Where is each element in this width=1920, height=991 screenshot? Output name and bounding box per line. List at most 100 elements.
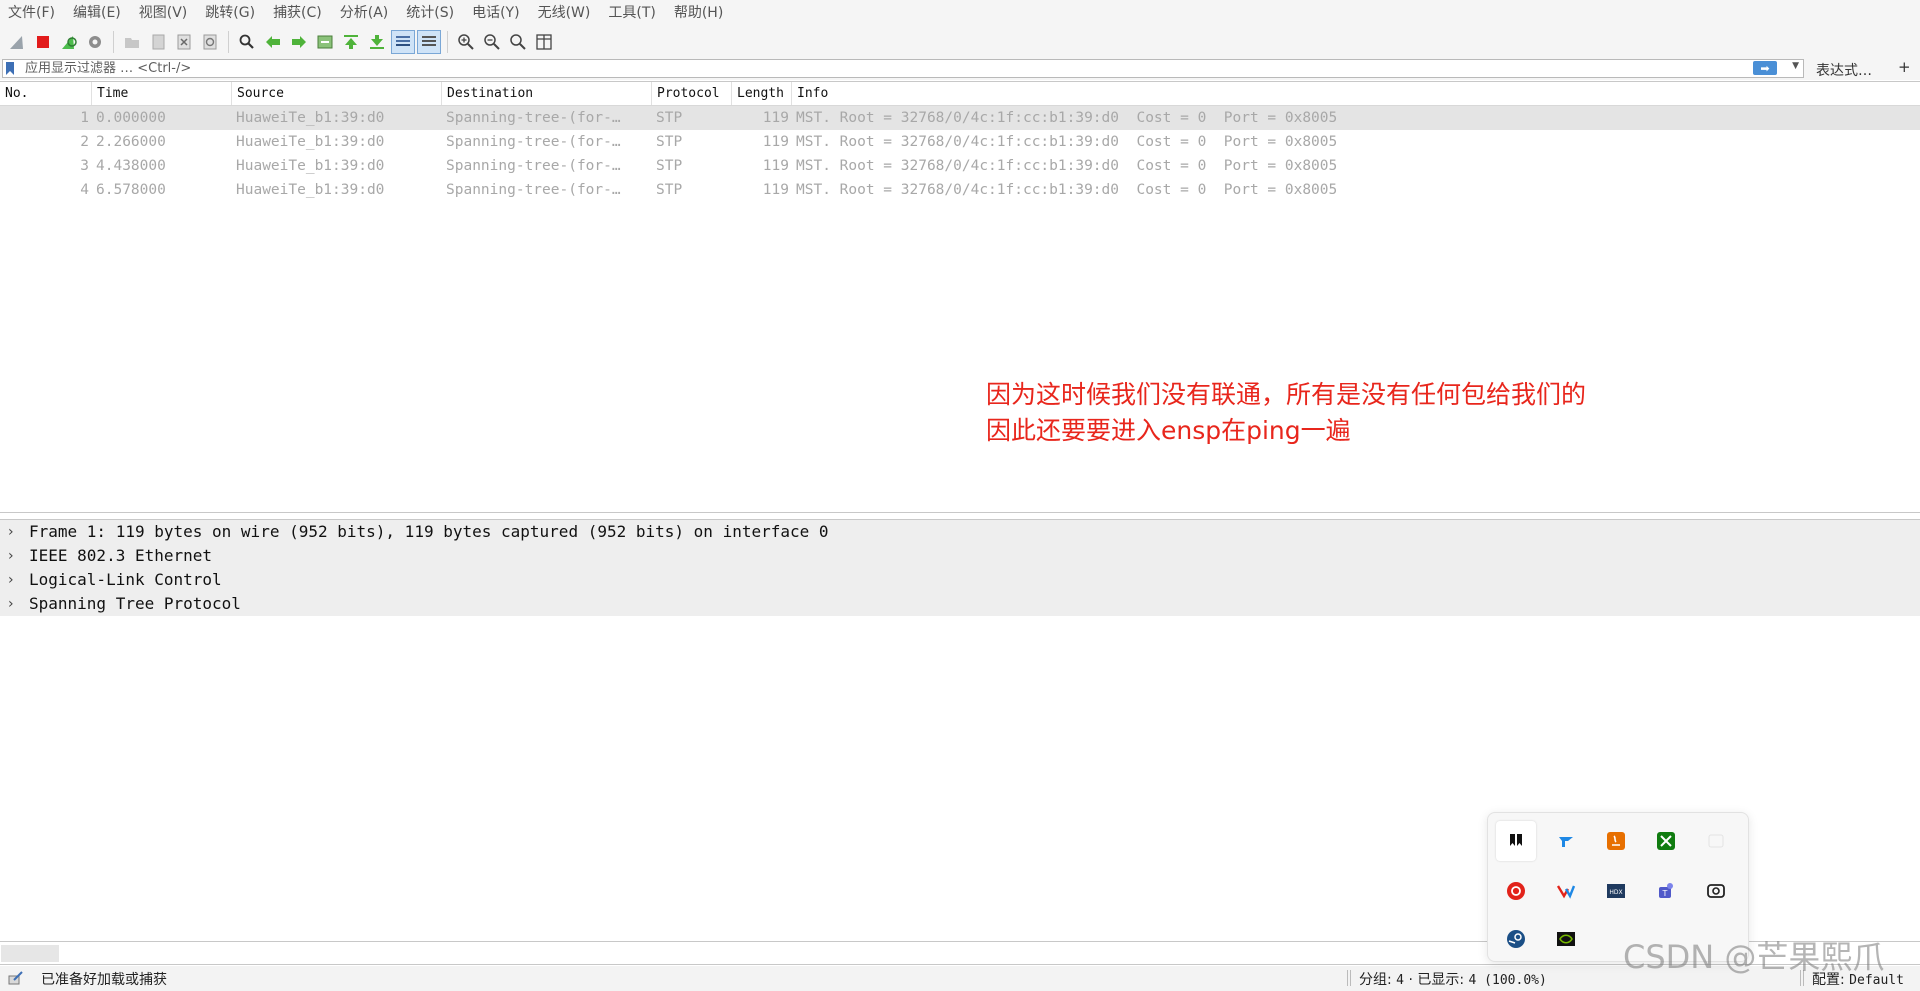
java-icon[interactable] bbox=[1596, 821, 1636, 861]
displayed-label: 已显示: bbox=[1417, 972, 1465, 988]
vmware-icon[interactable] bbox=[1546, 871, 1586, 911]
filter-history-dropdown-icon[interactable]: ▼ bbox=[1792, 61, 1799, 71]
cell-protocol: STP bbox=[656, 158, 683, 174]
go-last-icon[interactable] bbox=[365, 30, 389, 54]
column-info[interactable]: Info bbox=[792, 82, 1920, 105]
stop-capture-icon[interactable] bbox=[31, 30, 55, 54]
menu-edit[interactable]: 编辑(E) bbox=[64, 0, 130, 26]
reload-file-icon[interactable] bbox=[198, 30, 222, 54]
bookmark-icon[interactable] bbox=[5, 62, 15, 75]
cell-time: 2.266000 bbox=[96, 134, 166, 150]
svg-text:T: T bbox=[1662, 889, 1668, 898]
close-file-icon[interactable] bbox=[172, 30, 196, 54]
column-destination[interactable]: Destination bbox=[442, 82, 652, 105]
auto-scroll-icon[interactable] bbox=[391, 30, 415, 54]
cell-no: 1 bbox=[80, 110, 89, 126]
svg-text:HDX: HDX bbox=[1609, 889, 1622, 896]
display-filter-input[interactable] bbox=[25, 60, 1755, 77]
table-row[interactable]: 4 6.578000 HuaweiTe_b1:39:d0 Spanning-tr… bbox=[0, 178, 1920, 202]
steam-icon[interactable] bbox=[1496, 919, 1536, 959]
cell-source: HuaweiTe_b1:39:d0 bbox=[236, 182, 385, 198]
cell-info: MST. Root = 32768/0/4c:1f:cc:b1:39:d0 Co… bbox=[796, 110, 1338, 126]
chevron-right-icon[interactable]: › bbox=[8, 568, 14, 592]
go-first-icon[interactable] bbox=[339, 30, 363, 54]
column-no[interactable]: No. bbox=[0, 82, 92, 105]
colorize-icon[interactable] bbox=[417, 30, 441, 54]
detail-row-frame[interactable]: › Frame 1: 119 bytes on wire (952 bits),… bbox=[0, 520, 1920, 544]
detail-row-llc[interactable]: › Logical-Link Control bbox=[0, 568, 1920, 592]
menu-statistics[interactable]: 统计(S) bbox=[397, 0, 463, 26]
go-to-packet-icon[interactable] bbox=[313, 30, 337, 54]
menu-go[interactable]: 跳转(G) bbox=[196, 0, 264, 26]
menu-wireless[interactable]: 无线(W) bbox=[529, 0, 600, 26]
bookmark-app-icon[interactable] bbox=[1496, 821, 1536, 861]
packet-list-header: No. Time Source Destination Protocol Len… bbox=[0, 82, 1920, 106]
menu-help[interactable]: 帮助(H) bbox=[665, 0, 732, 26]
table-row[interactable]: 2 2.266000 HuaweiTe_b1:39:d0 Spanning-tr… bbox=[0, 130, 1920, 154]
nvidia-icon[interactable] bbox=[1546, 919, 1586, 959]
column-source[interactable]: Source bbox=[232, 82, 442, 105]
shark-fin-start-icon[interactable] bbox=[5, 30, 29, 54]
displayed-value: 4 (100.0%) bbox=[1468, 973, 1547, 988]
go-back-icon[interactable] bbox=[261, 30, 285, 54]
detail-text: Frame 1: 119 bytes on wire (952 bits), 1… bbox=[29, 522, 829, 541]
open-file-icon[interactable] bbox=[120, 30, 144, 54]
column-length[interactable]: Length bbox=[732, 82, 792, 105]
find-packet-icon[interactable] bbox=[235, 30, 259, 54]
packets-value: 4 bbox=[1396, 973, 1404, 988]
go-forward-icon[interactable] bbox=[287, 30, 311, 54]
expression-button[interactable]: 表达式… bbox=[1816, 60, 1872, 80]
zoom-normal-icon[interactable] bbox=[506, 30, 530, 54]
cell-length: 119 bbox=[762, 134, 789, 150]
chevron-right-icon[interactable]: › bbox=[8, 520, 14, 544]
cell-length: 119 bbox=[762, 110, 789, 126]
detail-row-stp[interactable]: › Spanning Tree Protocol bbox=[0, 592, 1920, 616]
teams-icon[interactable]: T bbox=[1646, 871, 1686, 911]
horizontal-scrollbar[interactable] bbox=[1, 945, 59, 962]
table-row[interactable]: 1 0.000000 HuaweiTe_b1:39:d0 Spanning-tr… bbox=[0, 106, 1920, 130]
expert-info-icon[interactable] bbox=[8, 970, 24, 986]
cell-protocol: STP bbox=[656, 182, 683, 198]
menu-view[interactable]: 视图(V) bbox=[130, 0, 197, 26]
cell-source: HuaweiTe_b1:39:d0 bbox=[236, 134, 385, 150]
add-filter-button[interactable]: + bbox=[1898, 58, 1911, 76]
hdx-icon[interactable]: HDX bbox=[1596, 871, 1636, 911]
cell-no: 4 bbox=[80, 182, 89, 198]
restart-capture-icon[interactable] bbox=[57, 30, 81, 54]
menu-capture[interactable]: 捕获(C) bbox=[264, 0, 331, 26]
detail-text: IEEE 802.3 Ethernet bbox=[29, 546, 213, 565]
watermark-text: CSDN @芒果熙爪 bbox=[1623, 938, 1885, 976]
cell-time: 4.438000 bbox=[96, 158, 166, 174]
detail-row-ethernet[interactable]: › IEEE 802.3 Ethernet bbox=[0, 544, 1920, 568]
cell-source: HuaweiTe_b1:39:d0 bbox=[236, 158, 385, 174]
packet-list-pane[interactable]: No. Time Source Destination Protocol Len… bbox=[0, 81, 1920, 513]
xbox-icon[interactable] bbox=[1646, 821, 1686, 861]
table-row[interactable]: 3 4.438000 HuaweiTe_b1:39:d0 Spanning-tr… bbox=[0, 154, 1920, 178]
menu-bar: 文件(F) 编辑(E) 视图(V) 跳转(G) 捕获(C) 分析(A) 统计(S… bbox=[0, 0, 1920, 26]
cell-no: 2 bbox=[80, 134, 89, 150]
chevron-right-icon[interactable]: › bbox=[8, 592, 14, 616]
status-separator bbox=[1347, 970, 1351, 986]
apply-filter-arrow-icon[interactable]: ➡ bbox=[1753, 61, 1777, 75]
cell-no: 3 bbox=[80, 158, 89, 174]
zoom-in-icon[interactable] bbox=[454, 30, 478, 54]
toolbar-separator bbox=[447, 31, 448, 53]
netease-music-icon[interactable] bbox=[1496, 871, 1536, 911]
screenshot-app-icon[interactable] bbox=[1696, 871, 1736, 911]
cell-info: MST. Root = 32768/0/4c:1f:cc:b1:39:d0 Co… bbox=[796, 134, 1338, 150]
chevron-right-icon[interactable]: › bbox=[8, 544, 14, 568]
cell-protocol: STP bbox=[656, 110, 683, 126]
column-time[interactable]: Time bbox=[92, 82, 232, 105]
menu-analyze[interactable]: 分析(A) bbox=[331, 0, 398, 26]
resize-columns-icon[interactable] bbox=[532, 30, 556, 54]
feishu-icon[interactable] bbox=[1546, 821, 1586, 861]
capture-options-icon[interactable] bbox=[83, 30, 107, 54]
zoom-out-icon[interactable] bbox=[480, 30, 504, 54]
menu-telephony[interactable]: 电话(Y) bbox=[463, 0, 528, 26]
menu-file[interactable]: 文件(F) bbox=[0, 0, 64, 26]
menu-tools[interactable]: 工具(T) bbox=[599, 0, 664, 26]
column-protocol[interactable]: Protocol bbox=[652, 82, 732, 105]
toolbar-separator bbox=[113, 31, 114, 53]
save-file-icon[interactable] bbox=[146, 30, 170, 54]
placeholder-icon[interactable] bbox=[1696, 821, 1736, 861]
